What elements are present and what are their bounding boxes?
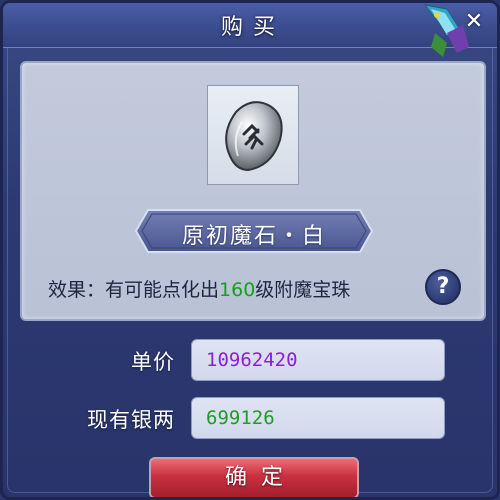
corner-ornament-icon (423, 4, 469, 57)
item-icon-slot[interactable] (207, 85, 299, 185)
help-button[interactable]: ? (425, 269, 461, 305)
effect-prefix: 效果：有可能点化出 (48, 279, 220, 301)
price-field: 10962420 (191, 339, 445, 381)
purchase-dialog: 购买 ✕ 原初魔石・白 效果：有可能点化出160级附魔宝珠 ? 单价 10962… (0, 0, 500, 500)
close-button[interactable]: ✕ (463, 11, 485, 33)
price-label: 单价 (131, 350, 175, 374)
rune-stone-icon (225, 101, 283, 172)
item-name-banner: 原初魔石・白 (134, 208, 374, 254)
confirm-button[interactable]: 确定 (149, 457, 359, 497)
silver-label: 现有银两 (87, 408, 175, 432)
effect-suffix: 级附魔宝珠 (255, 279, 351, 301)
item-panel: 原初魔石・白 效果：有可能点化出160级附魔宝珠 ? (20, 61, 486, 321)
item-name: 原初魔石・白 (181, 224, 326, 249)
item-effect: 效果：有可能点化出160级附魔宝珠 (48, 275, 350, 302)
silver-field: 699126 (191, 397, 445, 439)
effect-level: 160 (219, 279, 256, 301)
